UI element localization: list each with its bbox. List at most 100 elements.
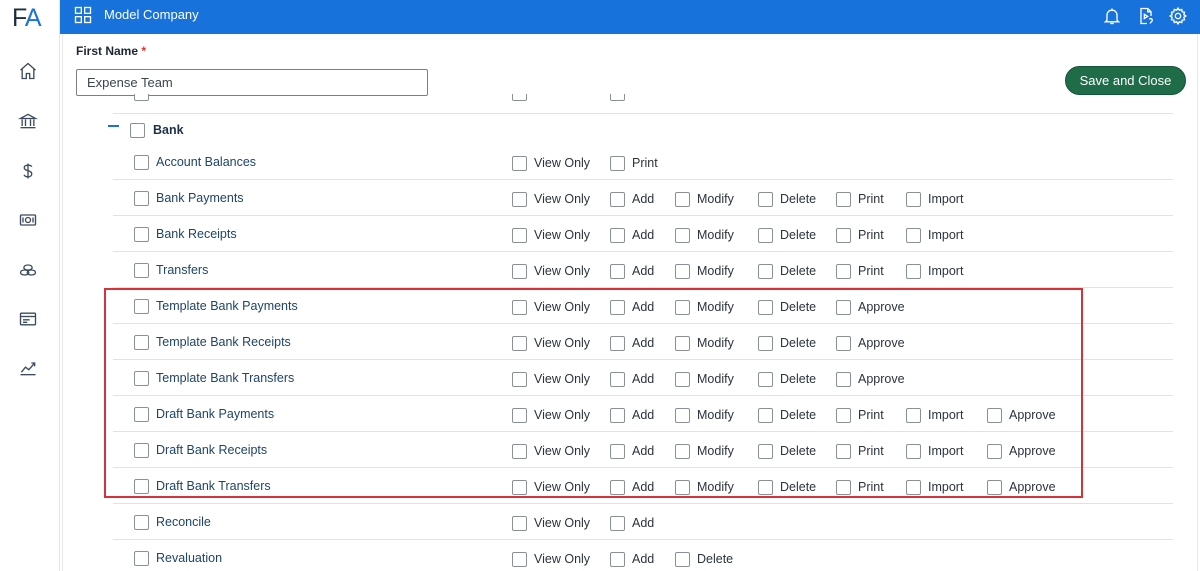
perm-option-approve[interactable]: Approve — [987, 479, 1056, 495]
play-doc-icon[interactable] — [1136, 6, 1158, 28]
perm-option-approve[interactable]: Approve — [836, 335, 905, 351]
perm-option-delete[interactable]: Delete — [758, 191, 816, 207]
checkbox[interactable] — [836, 443, 851, 459]
row-label[interactable]: Bank Receipts — [156, 227, 237, 241]
apps-grid-icon[interactable] — [73, 5, 93, 25]
perm-option-print[interactable]: Print — [836, 227, 884, 243]
checkbox[interactable] — [512, 263, 527, 279]
perm-option-delete[interactable]: Delete — [758, 227, 816, 243]
checkbox[interactable] — [610, 443, 625, 459]
coins-icon[interactable] — [17, 259, 39, 281]
perm-option-print[interactable]: Print — [836, 263, 884, 279]
perm-option-approve[interactable]: Approve — [987, 407, 1056, 423]
checkbox[interactable] — [512, 299, 527, 315]
checkbox[interactable] — [836, 335, 851, 351]
row-checkbox[interactable] — [134, 551, 149, 566]
perm-option-add[interactable]: Add — [610, 335, 654, 351]
row-checkbox[interactable] — [134, 155, 149, 170]
checkbox[interactable] — [610, 263, 625, 279]
chart-icon[interactable] — [17, 357, 39, 379]
checkbox[interactable] — [610, 371, 625, 387]
perm-option-delete[interactable]: Delete — [758, 407, 816, 423]
checkbox[interactable] — [512, 227, 527, 243]
collapse-minus-icon[interactable] — [108, 125, 119, 127]
checkbox[interactable] — [512, 479, 527, 495]
dollar-icon[interactable] — [17, 160, 39, 182]
app-logo[interactable]: FA — [12, 4, 42, 33]
perm-option-add[interactable]: Add — [610, 479, 654, 495]
perm-option-delete[interactable]: Delete — [758, 263, 816, 279]
perm-option-import[interactable]: Import — [906, 443, 963, 459]
checkbox[interactable] — [906, 407, 921, 423]
checkbox[interactable] — [675, 443, 690, 459]
perm-option-add[interactable]: Add — [610, 263, 654, 279]
perm-option-delete[interactable]: Delete — [758, 335, 816, 351]
perm-option-import[interactable]: Import — [906, 407, 963, 423]
checkbox[interactable] — [906, 263, 921, 279]
bell-icon[interactable] — [1102, 6, 1124, 28]
checkbox[interactable] — [758, 371, 773, 387]
bank-icon[interactable] — [17, 110, 39, 132]
perm-option-print[interactable]: Print — [610, 155, 658, 171]
perm-option-approve[interactable]: Approve — [987, 443, 1056, 459]
perm-option-view-only[interactable]: View Only — [512, 371, 590, 387]
checkbox[interactable] — [610, 551, 625, 567]
checkbox[interactable] — [512, 407, 527, 423]
checkbox[interactable] — [675, 371, 690, 387]
checkbox[interactable] — [134, 94, 149, 101]
row-label[interactable]: Bank Payments — [156, 191, 244, 205]
perm-option-view-only[interactable]: View Only — [512, 299, 590, 315]
row-checkbox[interactable] — [134, 515, 149, 530]
checkbox[interactable] — [675, 299, 690, 315]
perm-option-modify[interactable]: Modify — [675, 263, 734, 279]
perm-option-import[interactable]: Import — [906, 227, 963, 243]
checkbox[interactable] — [512, 515, 527, 531]
row-label[interactable]: Account Balances — [156, 155, 256, 169]
checkbox[interactable] — [758, 479, 773, 495]
perm-option-delete[interactable]: Delete — [758, 371, 816, 387]
row-label[interactable]: Draft Bank Transfers — [156, 479, 271, 493]
row-checkbox[interactable] — [134, 227, 149, 242]
perm-option-delete[interactable]: Delete — [758, 299, 816, 315]
checkbox[interactable] — [512, 94, 527, 101]
checkbox[interactable] — [610, 479, 625, 495]
perm-option-modify[interactable]: Modify — [675, 443, 734, 459]
checkbox[interactable] — [758, 191, 773, 207]
row-label[interactable]: Template Bank Payments — [156, 299, 298, 313]
perm-option-view-only[interactable]: View Only — [512, 551, 590, 567]
checkbox[interactable] — [906, 443, 921, 459]
checkbox[interactable] — [610, 227, 625, 243]
row-label[interactable]: Template Bank Receipts — [156, 335, 291, 349]
checkbox[interactable] — [836, 407, 851, 423]
perm-option-modify[interactable]: Modify — [675, 227, 734, 243]
company-name[interactable]: Model Company — [104, 7, 199, 22]
perm-option-add[interactable]: Add — [610, 191, 654, 207]
row-checkbox[interactable] — [134, 335, 149, 350]
card-icon[interactable] — [17, 308, 39, 330]
row-label[interactable]: Template Bank Transfers — [156, 371, 294, 385]
row-checkbox[interactable] — [134, 479, 149, 494]
perm-option-modify[interactable]: Modify — [675, 371, 734, 387]
row-label[interactable]: Draft Bank Payments — [156, 407, 274, 421]
perm-option-import[interactable]: Import — [906, 263, 963, 279]
checkbox[interactable] — [675, 263, 690, 279]
checkbox[interactable] — [906, 191, 921, 207]
checkbox[interactable] — [675, 191, 690, 207]
perm-option-modify[interactable]: Modify — [675, 191, 734, 207]
perm-option-print[interactable]: Print — [836, 443, 884, 459]
checkbox[interactable] — [610, 155, 625, 171]
home-icon[interactable] — [17, 60, 39, 82]
perm-option-view-only[interactable]: View Only — [512, 479, 590, 495]
checkbox[interactable] — [987, 443, 1002, 459]
perm-option-modify[interactable]: Modify — [675, 407, 734, 423]
perm-option-approve[interactable]: Approve — [836, 371, 905, 387]
row-checkbox[interactable] — [134, 299, 149, 314]
checkbox[interactable] — [758, 299, 773, 315]
checkbox[interactable] — [987, 479, 1002, 495]
perm-option-delete[interactable]: Delete — [758, 443, 816, 459]
perm-option-view-only[interactable]: View Only — [512, 263, 590, 279]
checkbox[interactable] — [836, 191, 851, 207]
perm-option-modify[interactable]: Modify — [675, 299, 734, 315]
checkbox[interactable] — [610, 407, 625, 423]
checkbox[interactable] — [758, 227, 773, 243]
